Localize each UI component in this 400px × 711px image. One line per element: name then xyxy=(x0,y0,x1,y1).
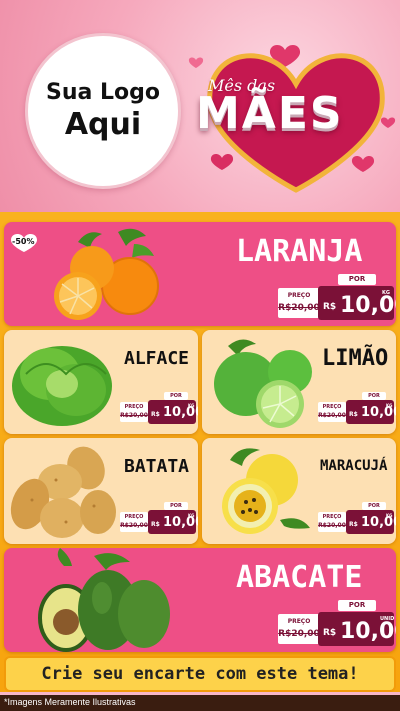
product-name: LARANJA xyxy=(236,234,363,269)
old-price-label: PREÇO xyxy=(322,404,342,410)
old-price-box: PREÇO R$20,00 xyxy=(120,512,148,532)
product-name: LIMÃO xyxy=(322,346,389,371)
discount-text: -50% xyxy=(12,237,35,246)
lime-image xyxy=(214,339,312,428)
por-label: POR xyxy=(362,392,386,400)
old-price-box: PREÇO R$20,00 xyxy=(278,614,320,644)
old-price: R$20,00 xyxy=(318,412,346,419)
currency-symbol: R$ xyxy=(323,302,337,312)
price-unit: UNID xyxy=(380,616,395,622)
logo-line-2: Aqui xyxy=(64,107,142,142)
price-unit: KG xyxy=(386,403,393,408)
product-card-limao[interactable]: LIMÃO PREÇO R$20,00 POR R$ 10,00 KG xyxy=(202,330,396,434)
orange-image xyxy=(54,228,159,320)
header-banner: Sua Logo Aqui Mês das MÃES xyxy=(0,0,400,212)
product-card-alface[interactable]: ALFACE PREÇO R$20,00 POR R$ 10,00 KG xyxy=(4,330,198,434)
footer-bar: *Imagens Meramente Ilustrativas xyxy=(0,695,400,711)
old-price: R$20,00 xyxy=(318,522,346,529)
old-price-label: PREÇO xyxy=(287,618,311,625)
create-flyer-button[interactable]: Crie seu encarte com este tema! xyxy=(4,656,396,692)
product-name: BATATA xyxy=(124,456,190,477)
price-unit: KG xyxy=(382,290,390,296)
price-box: R$ 10,00 UNID xyxy=(318,612,396,646)
discount-badge: -50% xyxy=(10,233,38,253)
old-price-label: PREÇO xyxy=(287,292,311,299)
current-price: 10,00 xyxy=(340,293,396,318)
mothers-day-title: MÃES xyxy=(196,88,344,139)
old-price-box: PREÇO R$20,00 xyxy=(278,288,320,318)
product-card-laranja[interactable]: LARANJA PREÇO R$20,00 POR R$ 10,00 KG xyxy=(4,222,396,326)
por-label: POR xyxy=(362,502,386,510)
old-price: R$20,00 xyxy=(120,522,148,529)
por-label: POR xyxy=(164,392,188,400)
disclaimer-text: *Imagens Meramente Ilustrativas xyxy=(4,697,136,707)
current-price: 10,00 xyxy=(340,619,396,644)
por-label: POR xyxy=(338,600,376,611)
old-price-label: PREÇO xyxy=(322,514,342,520)
price-unit: KG xyxy=(386,513,393,518)
old-price: R$20,00 xyxy=(120,412,148,419)
por-label: POR xyxy=(164,502,188,510)
currency-symbol: R$ xyxy=(151,521,160,528)
avocado-image xyxy=(38,548,170,652)
logo-placeholder: Sua Logo Aqui xyxy=(25,33,181,189)
price-box: R$ 10,00 KG xyxy=(318,286,396,320)
product-card-abacate[interactable]: ABACATE PREÇO R$20,00 POR R$ 10,00 UNID xyxy=(4,548,396,652)
product-name: ABACATE xyxy=(236,560,363,595)
old-price-label: PREÇO xyxy=(124,514,144,520)
logo-line-1: Sua Logo xyxy=(45,80,160,105)
lettuce-image xyxy=(12,346,112,426)
price-box: R$ 10,00 KG xyxy=(148,510,198,534)
product-name: ALFACE xyxy=(124,348,190,369)
old-price: R$20,00 xyxy=(278,629,320,639)
potato-image xyxy=(10,446,116,538)
currency-symbol: R$ xyxy=(349,411,358,418)
price-box: R$ 10,00 KG xyxy=(346,510,396,534)
product-card-batata[interactable]: BATATA PREÇO R$20,00 POR R$ 10,00 KG xyxy=(4,438,198,544)
old-price-label: PREÇO xyxy=(124,404,144,410)
price-unit: KG xyxy=(188,513,195,518)
currency-symbol: R$ xyxy=(349,521,358,528)
old-price-box: PREÇO R$20,00 xyxy=(318,402,346,422)
product-card-maracuja[interactable]: MARACUJÁ PREÇO R$20,00 POR R$ 10,00 KG xyxy=(202,438,396,544)
currency-symbol: R$ xyxy=(151,411,160,418)
old-price-box: PREÇO R$20,00 xyxy=(120,402,148,422)
price-box: R$ 10,00 KG xyxy=(148,400,198,424)
product-name: MARACUJÁ xyxy=(320,458,388,474)
old-price-box: PREÇO R$20,00 xyxy=(318,512,346,532)
currency-symbol: R$ xyxy=(323,628,337,638)
price-box: R$ 10,00 KG xyxy=(346,400,396,424)
price-unit: KG xyxy=(188,403,195,408)
old-price: R$20,00 xyxy=(278,303,320,313)
passion-fruit-image xyxy=(222,448,310,534)
por-label: POR xyxy=(338,274,376,285)
